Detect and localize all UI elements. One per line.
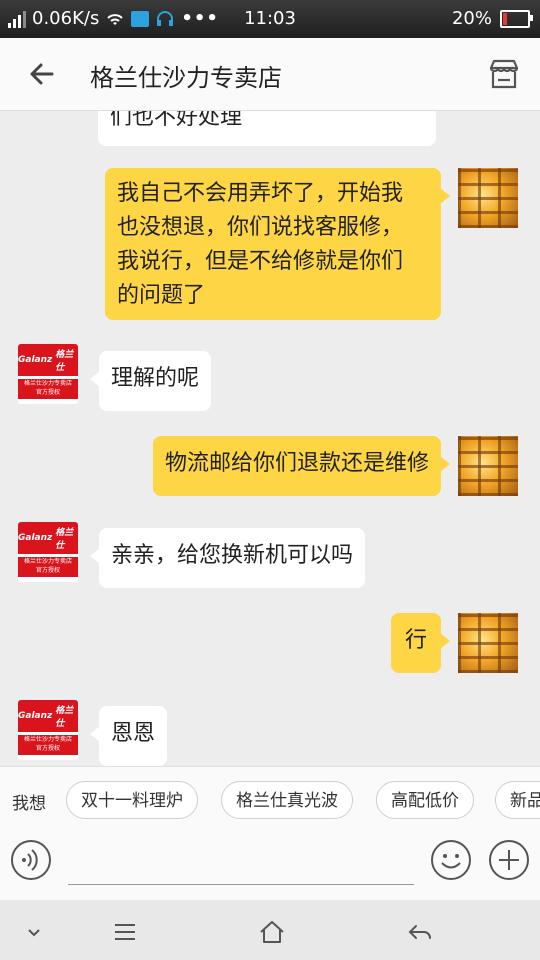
quick-reply-bar: 我想 双十一料理炉 格兰仕真光波 高配低价 新品 [0, 766, 540, 835]
status-bar: 0.06K/s ••• 11:03 20% [0, 0, 540, 38]
avatar-brand: Galanz [18, 355, 53, 365]
incoming-message: 恩恩 [89, 706, 168, 766]
storefront-icon[interactable] [486, 56, 522, 92]
message-text: 行 [404, 628, 427, 653]
emoji-icon[interactable] [430, 839, 472, 881]
home-icon[interactable] [258, 918, 286, 946]
message-list[interactable]: 们也不好处理 我自己不会用弄坏了，开始我 也没想退，你们说找客服修， 我说行，但… [0, 110, 540, 766]
avatar-brand-cn: 格兰仕 [55, 528, 74, 551]
chevron-down-icon[interactable] [20, 918, 48, 946]
message-input[interactable] [68, 842, 414, 885]
message-line: 也没想退，你们说找客服修， [117, 215, 404, 240]
message-text: 们也不好处理 [110, 110, 243, 130]
message-line: 的问题了 [117, 283, 206, 308]
message-text: 理解的呢 [111, 366, 200, 391]
store-avatar[interactable]: Galanz 格兰仕 格兰仕沙力专卖店 官方授权 [18, 522, 78, 582]
quick-reply-chip[interactable]: 高配低价 [376, 781, 474, 819]
menu-icon[interactable] [111, 918, 139, 946]
input-bar [0, 834, 540, 900]
battery-percent: 20% [451, 8, 492, 29]
outgoing-message: 物流邮给你们退款还是维修 [152, 436, 451, 496]
outgoing-message: 行 [390, 613, 451, 673]
page-title: 格兰仕沙力专卖店 [90, 64, 282, 92]
battery-icon [500, 9, 533, 28]
store-avatar[interactable]: Galanz 格兰仕 格兰仕沙力专卖店 官方授权 [18, 344, 78, 404]
quick-reply-label: 我想 [12, 794, 46, 814]
avatar-brand: Galanz [18, 711, 53, 721]
message-text: 物流邮给你们退款还是维修 [164, 451, 429, 476]
avatar-line2: 官方授权 [18, 566, 78, 577]
outgoing-message: 我自己不会用弄坏了，开始我 也没想退，你们说找客服修， 我说行，但是不给修就是你… [105, 168, 450, 320]
avatar-line1: 格兰仕沙力专卖店 [18, 557, 78, 566]
quick-reply-chip[interactable]: 格兰仕真光波 [221, 781, 353, 819]
avatar-brand: Galanz [18, 533, 53, 543]
avatar-brand-cn: 格兰仕 [55, 350, 74, 373]
avatar-line1: 格兰仕沙力专卖店 [18, 735, 78, 744]
chat-header: 格兰仕沙力专卖店 [0, 38, 540, 111]
user-avatar[interactable] [458, 168, 518, 228]
message-line: 我说行，但是不给修就是你们 [117, 249, 404, 274]
system-nav-bar [0, 900, 540, 960]
avatar-line1: 格兰仕沙力专卖店 [18, 379, 78, 388]
message-text: 亲亲，给您换新机可以吗 [111, 543, 354, 568]
arrow-left-icon[interactable] [24, 56, 60, 92]
plus-icon[interactable] [488, 839, 530, 881]
quick-reply-chip[interactable]: 新品 [495, 781, 540, 819]
user-avatar[interactable] [458, 436, 518, 496]
user-avatar[interactable] [458, 613, 518, 673]
incoming-message: 们也不好处理 [98, 110, 436, 146]
message-line: 我自己不会用弄坏了，开始我 [117, 181, 404, 206]
quick-reply-chip[interactable]: 双十一料理炉 [66, 781, 198, 819]
avatar-line2: 官方授权 [18, 744, 78, 755]
back-icon[interactable] [406, 918, 434, 946]
store-avatar[interactable]: Galanz 格兰仕 格兰仕沙力专卖店 官方授权 [18, 700, 78, 760]
incoming-message: 理解的呢 [89, 351, 212, 411]
voice-icon[interactable] [10, 839, 52, 881]
message-text: 恩恩 [111, 721, 156, 746]
avatar-brand-cn: 格兰仕 [55, 706, 74, 729]
avatar-line2: 官方授权 [18, 388, 78, 399]
incoming-message: 亲亲，给您换新机可以吗 [89, 528, 366, 588]
